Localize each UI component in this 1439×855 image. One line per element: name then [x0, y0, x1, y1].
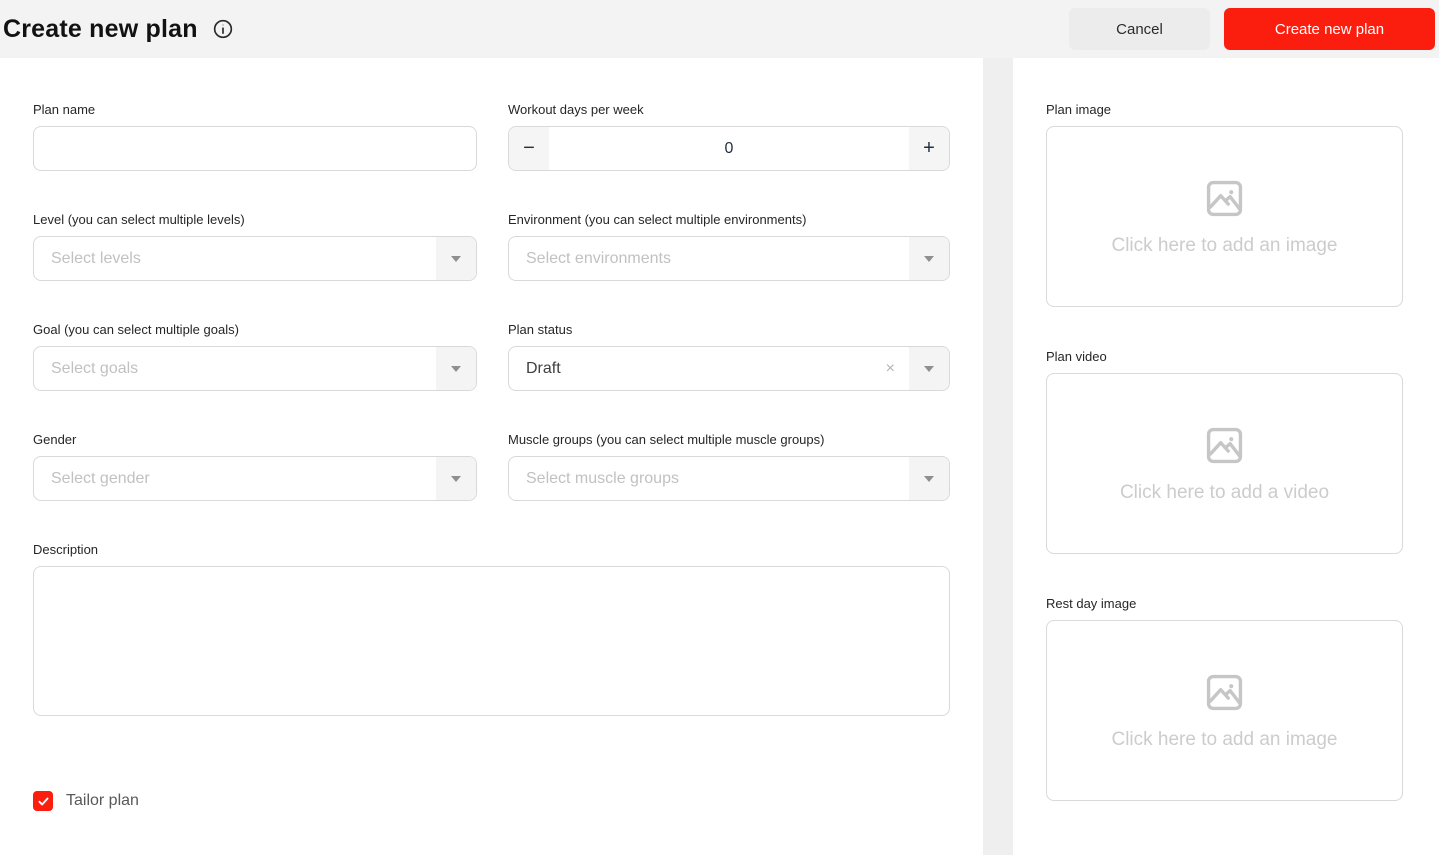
- upload-hint: Click here to add a video: [1120, 482, 1329, 504]
- plan-status-select[interactable]: Draft ×: [508, 346, 950, 391]
- plan-image-group: Plan image Click here to add an image: [1046, 102, 1403, 307]
- page-title: Create new plan: [3, 15, 198, 44]
- environment-placeholder: Select environments: [526, 250, 671, 268]
- goal-caret[interactable]: [436, 347, 476, 390]
- level-placeholder: Select levels: [51, 250, 141, 268]
- rest-day-image-group: Rest day image Click here to add an imag…: [1046, 596, 1403, 801]
- plan-name-input[interactable]: [33, 126, 477, 171]
- muscle-groups-label: Muscle groups (you can select multiple m…: [508, 432, 950, 447]
- description-field: Description: [33, 542, 950, 721]
- check-icon: [37, 795, 50, 808]
- goal-placeholder: Select goals: [51, 360, 138, 378]
- form-panel: Plan name Workout days per week − 0 + Le…: [0, 58, 983, 855]
- workout-days-value[interactable]: 0: [549, 127, 909, 170]
- form-grid: Plan name Workout days per week − 0 + Le…: [33, 102, 950, 501]
- plan-status-value: Draft: [526, 360, 561, 378]
- content: Plan name Workout days per week − 0 + Le…: [0, 58, 1439, 855]
- image-icon: [1202, 670, 1247, 715]
- level-select[interactable]: Select levels: [33, 236, 477, 281]
- environment-label: Environment (you can select multiple env…: [508, 212, 950, 227]
- plan-image-upload[interactable]: Click here to add an image: [1046, 126, 1403, 307]
- workout-days-stepper: − 0 +: [508, 126, 950, 171]
- upload-hint: Click here to add an image: [1111, 729, 1337, 751]
- chevron-down-icon: [924, 476, 934, 482]
- goal-label: Goal (you can select multiple goals): [33, 322, 477, 337]
- muscle-groups-placeholder: Select muscle groups: [526, 470, 679, 488]
- topbar: Create new plan Cancel Create new plan: [0, 0, 1439, 58]
- create-new-plan-button[interactable]: Create new plan: [1224, 8, 1435, 50]
- workout-days-label: Workout days per week: [508, 102, 950, 117]
- image-icon: [1202, 423, 1247, 468]
- rest-day-image-upload[interactable]: Click here to add an image: [1046, 620, 1403, 801]
- plan-status-label: Plan status: [508, 322, 950, 337]
- tailor-plan-label: Tailor plan: [66, 792, 139, 810]
- chevron-down-icon: [451, 476, 461, 482]
- gender-caret[interactable]: [436, 457, 476, 500]
- minus-icon[interactable]: −: [509, 127, 549, 170]
- goal-select[interactable]: Select goals: [33, 346, 477, 391]
- goal-field: Goal (you can select multiple goals) Sel…: [33, 322, 477, 391]
- gender-placeholder: Select gender: [51, 470, 150, 488]
- cancel-button[interactable]: Cancel: [1069, 8, 1210, 50]
- image-icon: [1202, 176, 1247, 221]
- rest-day-image-label: Rest day image: [1046, 596, 1403, 611]
- environment-field: Environment (you can select multiple env…: [508, 212, 950, 281]
- muscle-groups-field: Muscle groups (you can select multiple m…: [508, 432, 950, 501]
- create-plan-page: Create new plan Cancel Create new plan P…: [0, 0, 1439, 855]
- plan-video-group: Plan video Click here to add a video: [1046, 349, 1403, 554]
- level-field: Level (you can select multiple levels) S…: [33, 212, 477, 281]
- tailor-plan-checkbox[interactable]: [33, 791, 53, 811]
- info-circle-icon[interactable]: [213, 19, 233, 39]
- plan-name-label: Plan name: [33, 102, 477, 117]
- plus-icon[interactable]: +: [909, 127, 949, 170]
- muscle-groups-select[interactable]: Select muscle groups: [508, 456, 950, 501]
- gender-label: Gender: [33, 432, 477, 447]
- environment-select[interactable]: Select environments: [508, 236, 950, 281]
- workout-days-field: Workout days per week − 0 +: [508, 102, 950, 171]
- upload-hint: Click here to add an image: [1111, 235, 1337, 257]
- muscle-groups-caret[interactable]: [909, 457, 949, 500]
- tailor-plan-row: Tailor plan: [33, 791, 950, 811]
- level-label: Level (you can select multiple levels): [33, 212, 477, 227]
- gender-select[interactable]: Select gender: [33, 456, 477, 501]
- plan-status-field: Plan status Draft ×: [508, 322, 950, 391]
- plan-video-upload[interactable]: Click here to add a video: [1046, 373, 1403, 554]
- description-label: Description: [33, 542, 950, 557]
- description-textarea[interactable]: [33, 566, 950, 716]
- chevron-down-icon: [451, 366, 461, 372]
- level-caret[interactable]: [436, 237, 476, 280]
- gender-field: Gender Select gender: [33, 432, 477, 501]
- topbar-actions: Cancel Create new plan: [1069, 8, 1435, 50]
- plan-status-caret[interactable]: [909, 347, 949, 390]
- chevron-down-icon: [924, 256, 934, 262]
- chevron-down-icon: [924, 366, 934, 372]
- x-icon[interactable]: ×: [886, 347, 895, 390]
- media-panel: Plan image Click here to add an image Pl…: [1013, 58, 1439, 855]
- plan-video-label: Plan video: [1046, 349, 1403, 364]
- environment-caret[interactable]: [909, 237, 949, 280]
- chevron-down-icon: [451, 256, 461, 262]
- plan-image-label: Plan image: [1046, 102, 1403, 117]
- plan-name-field: Plan name: [33, 102, 477, 171]
